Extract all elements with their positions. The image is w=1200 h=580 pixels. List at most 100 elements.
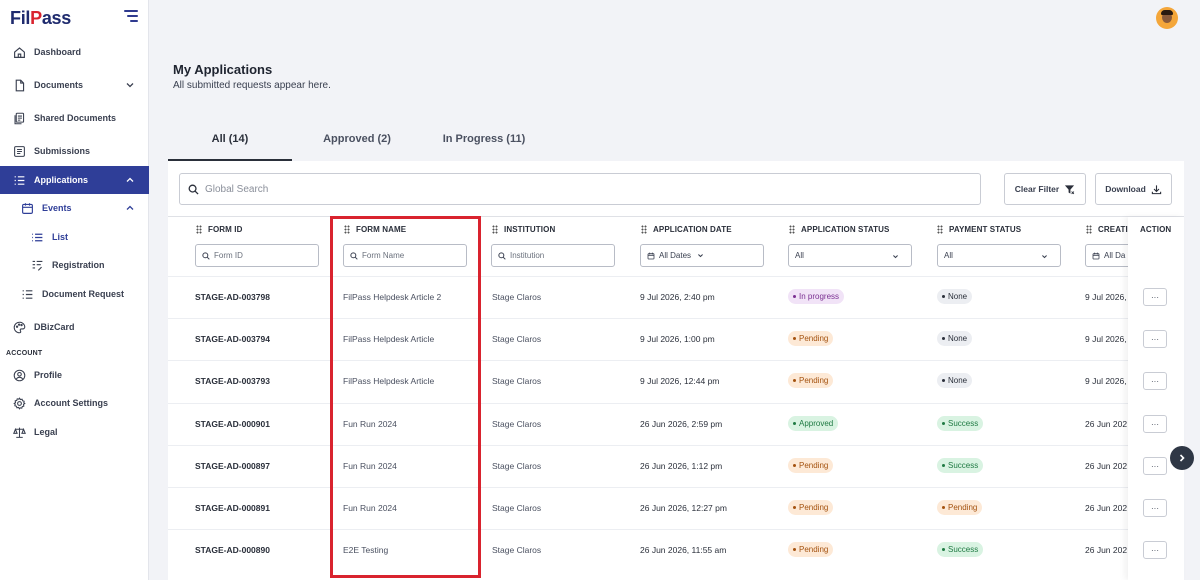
drag-handle-icon[interactable] [344,225,350,234]
search-icon [202,251,210,260]
scroll-right-button[interactable] [1170,446,1194,470]
drag-handle-icon[interactable] [641,225,647,234]
institution-filter[interactable] [491,244,615,267]
application-status-badge: Pending [788,500,834,515]
sidebar-item-label: Documents [34,80,84,90]
created-date-cell: 26 Jun 202 [1085,419,1128,429]
calendar-icon [20,201,34,215]
sidebar-item-label: Document Request [42,289,125,299]
document-request-icon [20,287,34,301]
sidebar-item-shared-documents[interactable]: Shared Documents [0,104,149,132]
payment-status-badge: None [937,289,973,304]
tab-approved[interactable]: Approved (2) [296,133,418,161]
sidebar-item-dashboard[interactable]: Dashboard [0,38,149,66]
sidebar-item-dbizcard[interactable]: DBizCard [0,313,149,341]
column-header-institution[interactable]: INSTITUTION [492,225,555,234]
search-icon [350,251,358,260]
application-date-cell: 9 Jul 2026, 1:00 pm [640,334,715,344]
application-status-badge: In progress [788,289,845,304]
chevron-down-icon [893,255,898,259]
form-id-filter[interactable] [195,244,319,267]
application-date-cell: 26 Jun 2026, 2:59 pm [640,419,723,429]
created-date-cell: 26 Jun 202 [1085,545,1128,555]
column-header-form-name[interactable]: FORM NAME [344,225,406,234]
column-header-application-date[interactable]: APPLICATION DATE [641,225,732,234]
chevron-up-icon[interactable] [125,203,135,213]
institution-cell: Stage Claros [492,503,542,513]
global-search[interactable] [179,173,981,205]
drag-handle-icon[interactable] [937,225,943,234]
application-date-filter[interactable]: All Dates [640,244,764,267]
row-actions-button[interactable]: ··· [1143,457,1167,475]
form-name-filter[interactable] [343,244,467,267]
application-status-badge: Approved [788,416,839,431]
institution-filter-input[interactable] [510,251,606,260]
menu-toggle-icon[interactable] [124,10,138,22]
sidebar-item-label: Submissions [34,146,91,156]
sidebar-item-legal[interactable]: Legal [0,418,149,446]
tab-in-progress[interactable]: In Progress (11) [422,133,546,161]
payment-status-filter[interactable]: All [937,244,1061,267]
sidebar-item-registration[interactable]: Registration [0,251,149,279]
application-date-cell: 26 Jun 2026, 12:27 pm [640,503,727,513]
form-id-filter-input[interactable] [214,251,310,260]
submissions-icon [12,144,26,158]
filter-clear-icon [1065,184,1075,194]
form-name-filter-input[interactable] [362,251,458,260]
sidebar-item-account-settings[interactable]: Account Settings [0,389,149,417]
chevron-up-icon[interactable] [125,175,135,185]
created-date-cell: 26 Jun 202 [1085,461,1128,471]
drag-handle-icon[interactable] [196,225,202,234]
sidebar-item-label: Events [42,203,72,213]
clear-filter-button[interactable]: Clear Filter [1004,173,1086,205]
drag-handle-icon[interactable] [492,225,498,234]
sidebar-item-applications[interactable]: Applications [0,166,149,194]
row-actions-button[interactable]: ··· [1143,541,1167,559]
column-header-application-status[interactable]: APPLICATION STATUS [789,225,889,234]
tab-all[interactable]: All (14) [168,133,292,161]
institution-cell: Stage Claros [492,292,542,302]
sidebar-item-document-request[interactable]: Document Request [0,280,149,308]
chevron-right-icon [1179,454,1185,462]
application-date-cell: 26 Jun 2026, 11:55 am [640,545,727,555]
row-actions-button[interactable]: ··· [1143,330,1167,348]
column-header-payment-status[interactable]: PAYMENT STATUS [937,225,1021,234]
column-header-form-id[interactable]: FORM ID [196,225,242,234]
avatar[interactable] [1156,7,1178,29]
application-date-cell: 9 Jul 2026, 2:40 pm [640,292,715,302]
row-actions-button[interactable]: ··· [1143,288,1167,306]
column-header-created[interactable]: CREATI [1086,225,1128,234]
payment-status-badge: Success [937,458,984,473]
calendar-icon [647,252,655,259]
application-date-filter-value: All Dates [659,251,692,260]
sidebar-item-events[interactable]: Events [0,194,149,222]
sidebar-item-list[interactable]: List [0,223,149,251]
chevron-down-icon [1042,255,1047,259]
row-actions-button[interactable]: ··· [1143,499,1167,517]
account-section-label: ACCOUNT [6,350,43,357]
institution-cell: Stage Claros [492,545,542,555]
form-name-cell: FilPass Helpdesk Article [343,376,435,386]
action-column [1128,217,1184,580]
drag-handle-icon[interactable] [1086,225,1092,234]
download-button[interactable]: Download [1095,173,1172,205]
application-status-filter[interactable]: All [788,244,912,267]
sidebar-item-profile[interactable]: Profile [0,361,149,389]
payment-status-badge: Pending [937,500,983,515]
sidebar-item-label: Applications [34,175,89,185]
chevron-down-icon [698,254,703,258]
filpass-logo[interactable]: FilPass [10,8,71,29]
row-actions-button[interactable]: ··· [1143,415,1167,433]
sidebar-item-documents[interactable]: Documents [0,71,149,99]
sidebar-item-submissions[interactable]: Submissions [0,137,149,165]
application-status-badge: Pending [788,542,834,557]
application-date-cell: 26 Jun 2026, 1:12 pm [640,461,723,471]
download-icon [1151,184,1161,194]
sidebar-item-label: List [52,232,69,242]
drag-handle-icon[interactable] [789,225,795,234]
row-actions-button[interactable]: ··· [1143,372,1167,390]
form-name-cell: FilPass Helpdesk Article 2 [343,292,442,302]
global-search-input[interactable] [205,183,965,195]
chevron-down-icon[interactable] [125,80,135,90]
list-icon [30,230,44,244]
